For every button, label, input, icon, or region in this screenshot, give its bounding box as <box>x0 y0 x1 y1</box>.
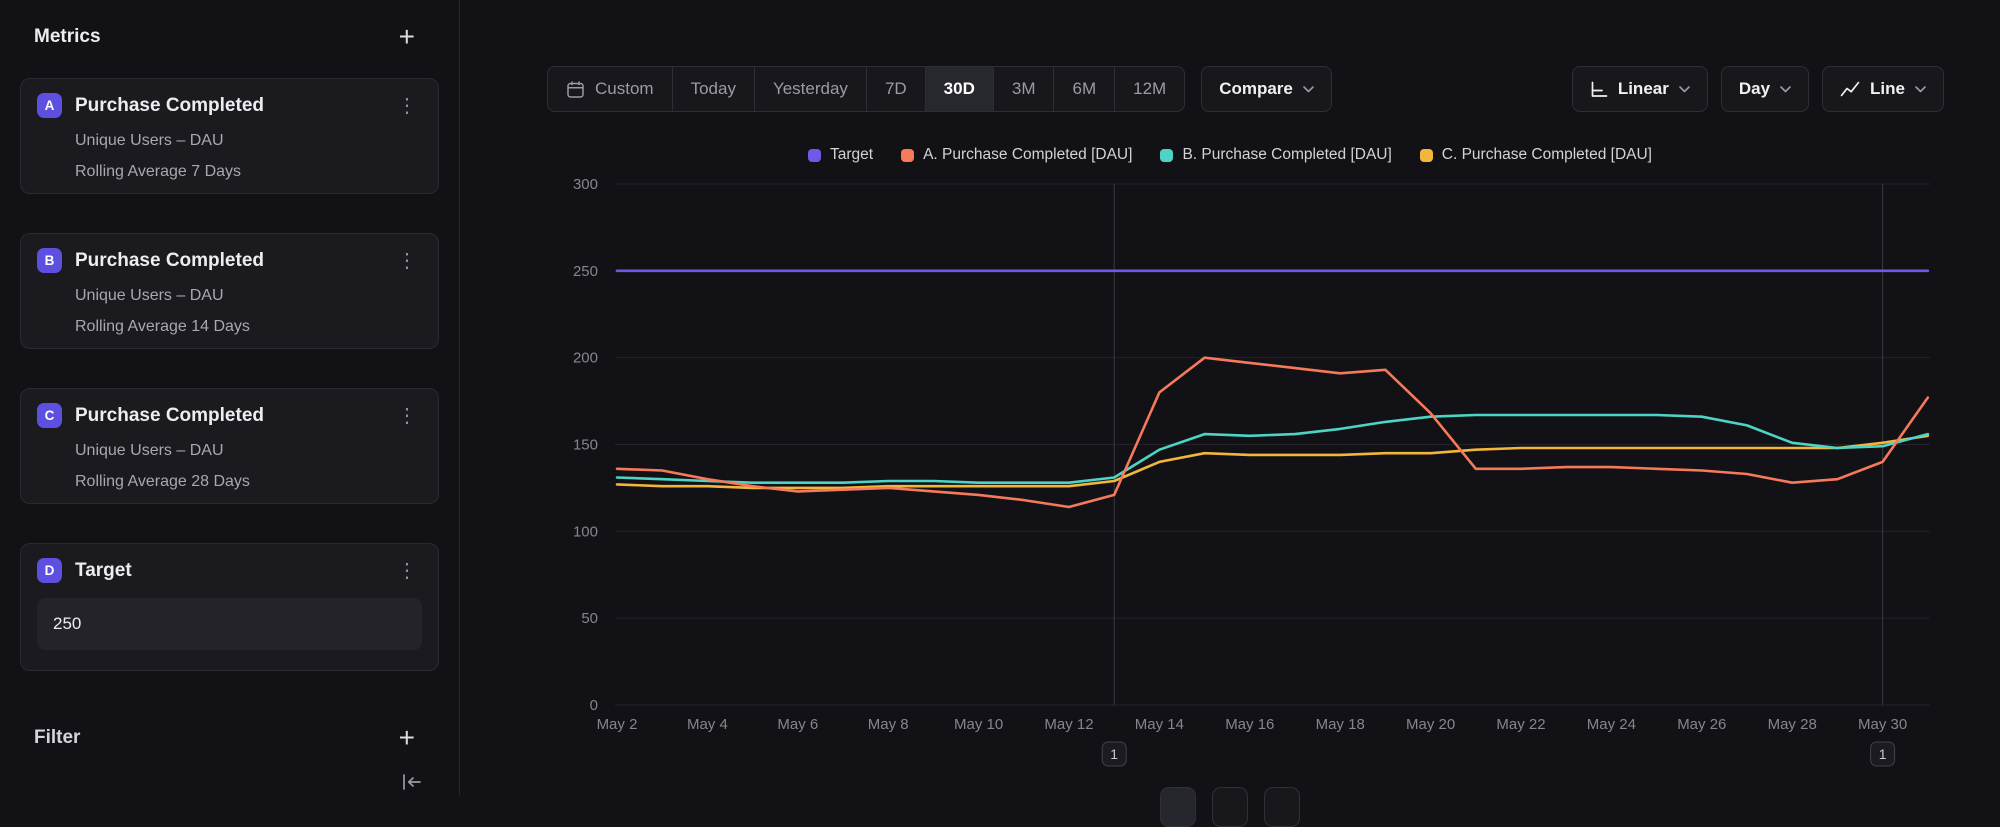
collapse-left-icon <box>401 774 423 790</box>
filter-section-title: Filter <box>34 727 80 749</box>
svg-text:200: 200 <box>573 350 598 367</box>
svg-text:100: 100 <box>573 523 598 540</box>
target-badge: D <box>37 558 62 583</box>
svg-text:May 18: May 18 <box>1316 716 1365 733</box>
target-menu-button[interactable]: ⋮ <box>392 561 422 581</box>
bottom-toolbar-button-2[interactable] <box>1212 787 1248 827</box>
metric-badge: C <box>37 403 62 428</box>
svg-text:May 14: May 14 <box>1135 716 1184 733</box>
svg-text:1: 1 <box>1879 746 1887 762</box>
legend-swatch <box>901 149 914 162</box>
metric-title: Purchase Completed <box>75 405 379 427</box>
bottom-toolbar <box>460 787 2000 827</box>
svg-text:150: 150 <box>573 437 598 454</box>
add-filter-button[interactable]: + <box>399 727 415 749</box>
metric-card-a[interactable]: A Purchase Completed ⋮ Unique Users – DA… <box>20 78 439 194</box>
legend-label: B. Purchase Completed [DAU] <box>1182 146 1391 164</box>
svg-text:May 16: May 16 <box>1225 716 1274 733</box>
metric-measure: Unique Users – DAU <box>75 287 422 305</box>
legend-item-target[interactable]: Target <box>808 146 873 164</box>
svg-text:May 4: May 4 <box>687 716 728 733</box>
metric-title: Purchase Completed <box>75 95 379 117</box>
metric-card-c[interactable]: C Purchase Completed ⋮ Unique Users – DA… <box>20 388 439 504</box>
metrics-header: Metrics + <box>20 0 439 48</box>
metrics-section-title: Metrics <box>34 26 101 48</box>
chart-legend: Target A. Purchase Completed [DAU] B. Pu… <box>460 146 2000 164</box>
sidebar: Metrics + A Purchase Completed ⋮ Unique … <box>0 0 460 796</box>
legend-item-c[interactable]: C. Purchase Completed [DAU] <box>1420 146 1652 164</box>
metric-card-b[interactable]: B Purchase Completed ⋮ Unique Users – DA… <box>20 233 439 349</box>
metric-rolling-average: Rolling Average 14 Days <box>75 318 422 336</box>
legend-label: C. Purchase Completed [DAU] <box>1442 146 1652 164</box>
svg-text:May 2: May 2 <box>597 716 638 733</box>
legend-label: A. Purchase Completed [DAU] <box>923 146 1132 164</box>
target-title: Target <box>75 560 379 582</box>
legend-item-b[interactable]: B. Purchase Completed [DAU] <box>1160 146 1391 164</box>
legend-swatch <box>1160 149 1173 162</box>
metric-rolling-average: Rolling Average 28 Days <box>75 473 422 491</box>
target-value-input[interactable] <box>37 598 422 650</box>
svg-text:May 12: May 12 <box>1044 716 1093 733</box>
metric-menu-button[interactable]: ⋮ <box>392 96 422 116</box>
legend-item-a[interactable]: A. Purchase Completed [DAU] <box>901 146 1132 164</box>
svg-text:May 28: May 28 <box>1768 716 1817 733</box>
bottom-toolbar-button-3[interactable] <box>1264 787 1300 827</box>
svg-text:May 10: May 10 <box>954 716 1003 733</box>
legend-label: Target <box>830 146 873 164</box>
chart-canvas[interactable]: 0 50 100 150 200 250 300 May 2 May 4 May 6 May 8 Ma… <box>460 0 2000 796</box>
collapse-sidebar-button[interactable] <box>401 774 423 795</box>
svg-text:May 26: May 26 <box>1677 716 1726 733</box>
legend-swatch <box>808 149 821 162</box>
metric-menu-button[interactable]: ⋮ <box>392 406 422 426</box>
svg-text:250: 250 <box>573 263 598 280</box>
filter-section: Filter + <box>20 727 439 749</box>
target-card[interactable]: D Target ⋮ <box>20 543 439 671</box>
metric-rolling-average: Rolling Average 7 Days <box>75 163 422 181</box>
legend-swatch <box>1420 149 1433 162</box>
svg-text:May 30: May 30 <box>1858 716 1907 733</box>
svg-text:May 22: May 22 <box>1496 716 1545 733</box>
main-area: Custom Today Yesterday 7D 30D 3M 6M 12M … <box>460 0 2000 796</box>
svg-text:May 24: May 24 <box>1587 716 1636 733</box>
metric-title: Purchase Completed <box>75 250 379 272</box>
bottom-toolbar-button-1[interactable] <box>1160 787 1196 827</box>
metric-menu-button[interactable]: ⋮ <box>392 251 422 271</box>
svg-text:1: 1 <box>1110 746 1118 762</box>
svg-text:0: 0 <box>590 697 598 714</box>
svg-text:May 20: May 20 <box>1406 716 1455 733</box>
svg-text:300: 300 <box>573 176 598 193</box>
metric-measure: Unique Users – DAU <box>75 442 422 460</box>
metric-badge: B <box>37 248 62 273</box>
add-metric-button[interactable]: + <box>399 26 415 48</box>
metric-badge: A <box>37 93 62 118</box>
svg-text:May 6: May 6 <box>777 716 818 733</box>
metric-measure: Unique Users – DAU <box>75 132 422 150</box>
svg-text:May 8: May 8 <box>868 716 909 733</box>
svg-text:50: 50 <box>581 610 598 627</box>
